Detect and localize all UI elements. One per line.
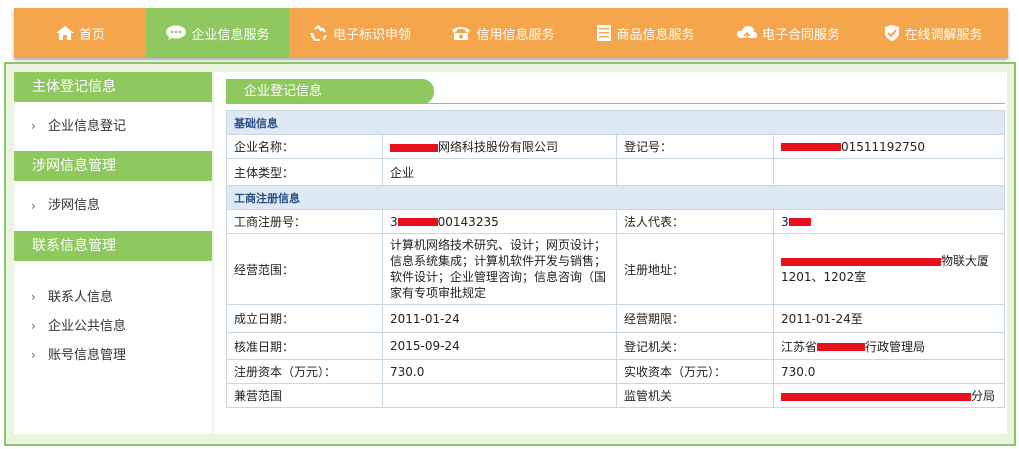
tab-enterprise-registration[interactable]: 企业登记信息 — [226, 79, 434, 104]
biz-reg-no-label: 工商注册号： — [226, 209, 383, 234]
reg-no-value: 01511192750 — [773, 134, 1005, 159]
legal-rep-value: 3 — [773, 209, 1005, 234]
nav-label-credit-info: 信用信息服务 — [476, 27, 555, 43]
redaction-mark — [781, 257, 941, 266]
legal-rep-label: 法人代表： — [616, 209, 774, 234]
table-row: 工商注册号： 3 00143235 法人代表： 3 — [226, 209, 1005, 234]
home-icon — [55, 26, 74, 40]
table-row: 核准日期： 2015-09-24 登记机关： 江苏省 行政管理局 — [226, 332, 1005, 360]
shield-icon — [885, 25, 900, 41]
secondary-scope-label: 兼营范围 — [226, 383, 383, 408]
table-row: 主体类型： 企业 — [226, 158, 1005, 186]
secondary-scope-value — [382, 383, 617, 408]
section-title-basic: 基础信息 — [226, 110, 1005, 135]
sidebar-item-public-info[interactable]: 企业公共信息 — [14, 312, 212, 341]
sidebar-item-account-management[interactable]: 账号信息管理 — [14, 341, 212, 370]
nav-label-home: 首页 — [78, 27, 105, 43]
nav-home[interactable]: 首页 — [14, 8, 146, 58]
tab-underline — [226, 103, 1005, 104]
sidebar-item-network-info[interactable]: 涉网信息 — [14, 181, 212, 231]
nav-enterprise-info[interactable]: 企业信息服务 — [146, 8, 289, 58]
table-row: 经营范围： 计算机网络技术研究、设计；网页设计；信息系统集成；计算机软件开发与销… — [226, 233, 1005, 305]
phone-icon — [452, 27, 471, 40]
approved-value: 2015-09-24 — [382, 332, 617, 360]
empty-cell — [616, 158, 774, 186]
chat-bubble-icon — [166, 25, 187, 40]
sidebar-section-title: 联系信息管理 — [14, 231, 212, 261]
established-value: 2011-01-24 — [382, 304, 617, 333]
authority-label: 登记机关： — [616, 332, 774, 360]
table-row: 成立日期： 2011-01-24 经营期限： 2011-01-24至 — [226, 304, 1005, 333]
sidebar-section-title: 涉网信息管理 — [14, 151, 212, 181]
address-value: 物联大厦 1201、1202室 — [773, 233, 1005, 305]
sidebar: 主体登记信息 企业信息登记 涉网信息管理 涉网信息 联系信息管理 联系人信息 企… — [14, 72, 212, 434]
nav-online-mediation[interactable]: 在线调解服务 — [859, 8, 1008, 58]
redaction-mark — [817, 343, 866, 351]
nav-label-enterprise-info: 企业信息服务 — [191, 27, 270, 43]
paid-capital-value: 730.0 — [773, 359, 1005, 384]
section-title-registration: 工商注册信息 — [226, 185, 1005, 210]
approved-label: 核准日期： — [226, 332, 383, 360]
entity-type-value: 企业 — [382, 158, 617, 186]
nav-e-identity[interactable]: 电子标识申领 — [289, 8, 431, 58]
entity-type-label: 主体类型： — [226, 158, 383, 186]
empty-cell — [773, 158, 1005, 186]
nav-label-e-identity: 电子标识申领 — [332, 27, 411, 43]
redaction-mark — [397, 218, 438, 226]
sidebar-item-enterprise-registration[interactable]: 企业信息登记 — [14, 102, 212, 151]
table-row: 企业名称： 网络科技股份有限公司 登记号： 01511192750 — [226, 134, 1005, 159]
list-icon — [597, 25, 612, 41]
reg-no-label: 登记号： — [616, 134, 774, 159]
supervisor-value: 分局 — [773, 383, 1005, 408]
registration-table: 基础信息 企业名称： 网络科技股份有限公司 登记号： 01511192750 主… — [226, 110, 1005, 408]
redaction-mark — [788, 218, 811, 226]
term-value: 2011-01-24至 — [773, 304, 1005, 333]
paid-capital-label: 实收资本（万元）： — [616, 359, 774, 384]
nav-label-e-contract: 电子合同服务 — [761, 27, 840, 43]
biz-reg-no-value: 3 00143235 — [382, 209, 617, 234]
redaction-mark — [781, 143, 841, 151]
term-label: 经营期限： — [616, 304, 774, 333]
recycle-icon — [309, 25, 327, 41]
company-name-value: 网络科技股份有限公司 — [382, 134, 617, 159]
section-header-registration: 工商注册信息 — [226, 185, 1005, 210]
supervisor-label: 监管机关 — [616, 383, 774, 408]
redaction-mark — [390, 143, 438, 152]
cloud-icon — [736, 26, 757, 40]
established-label: 成立日期： — [226, 304, 383, 333]
top-nav: 首页 企业信息服务 电子标识申领 信用信息服务 商品信息服务 电子合同服务 在线… — [14, 8, 1008, 58]
capital-label: 注册资本（万元）： — [226, 359, 383, 384]
authority-value: 江苏省 行政管理局 — [773, 332, 1005, 360]
scope-value: 计算机网络技术研究、设计；网页设计；信息系统集成；计算机软件开发与销售；软件设计… — [382, 233, 617, 305]
nav-label-product-info: 商品信息服务 — [616, 27, 695, 43]
capital-value: 730.0 — [382, 359, 617, 384]
redaction-mark — [781, 392, 971, 401]
table-row: 注册资本（万元）： 730.0 实收资本（万元）： 730.0 — [226, 359, 1005, 384]
company-name-label: 企业名称： — [226, 134, 383, 159]
table-row: 兼营范围 监管机关 分局 — [226, 383, 1005, 408]
section-header-basic: 基础信息 — [226, 110, 1005, 135]
nav-label-online-mediation: 在线调解服务 — [904, 27, 983, 43]
nav-credit-info[interactable]: 信用信息服务 — [431, 8, 574, 58]
sidebar-item-contact-person[interactable]: 联系人信息 — [14, 283, 212, 312]
scope-label: 经营范围： — [226, 233, 383, 305]
address-label: 注册地址： — [616, 233, 774, 305]
nav-e-contract[interactable]: 电子合同服务 — [717, 8, 859, 58]
sidebar-section-title: 主体登记信息 — [14, 72, 212, 102]
main-panel: 企业登记信息 基础信息 企业名称： 网络科技股份有限公司 登记号： 015111… — [214, 72, 1007, 434]
nav-product-info[interactable]: 商品信息服务 — [574, 8, 717, 58]
